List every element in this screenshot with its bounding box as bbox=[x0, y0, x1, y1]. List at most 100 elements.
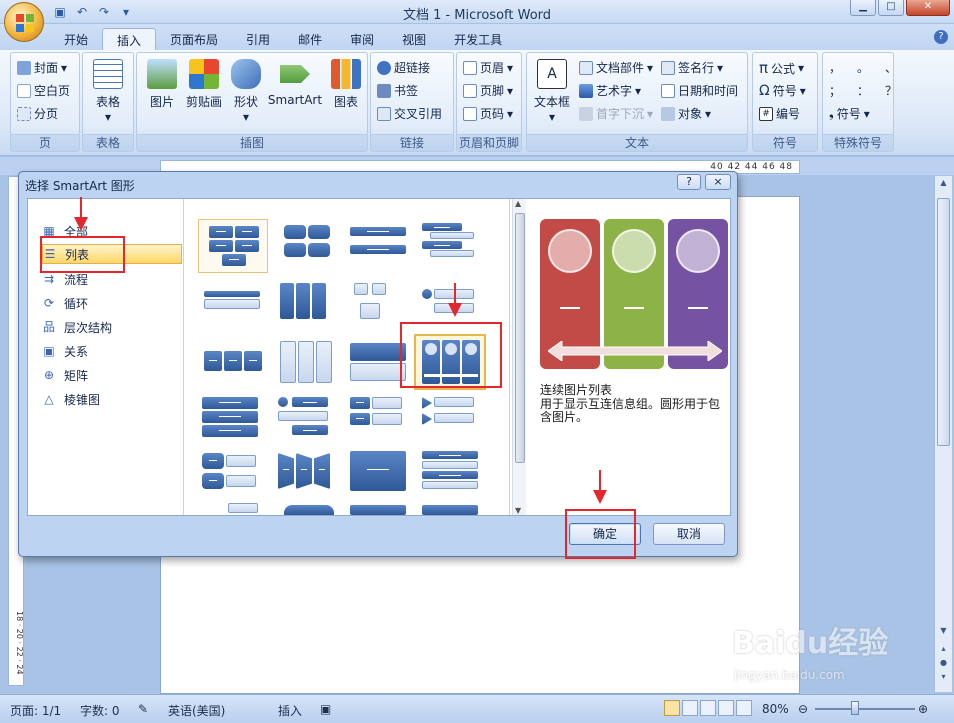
layout-thumbnail[interactable] bbox=[274, 395, 344, 449]
date-time-button[interactable]: 日期和时间 bbox=[661, 82, 738, 99]
layout-thumbnail[interactable] bbox=[198, 503, 268, 515]
title-bar: ▣ ↶ ↷ ▾ 文档 1 - Microsoft Word ▁ □ ✕ bbox=[0, 0, 954, 24]
gallery-scrollbar-thumb[interactable] bbox=[515, 213, 525, 463]
shapes-button[interactable]: 形状 ▾ bbox=[223, 59, 269, 124]
layout-thumbnail[interactable] bbox=[346, 449, 416, 503]
glyph-colon[interactable]: ： bbox=[857, 82, 869, 99]
object-button[interactable]: 对象 ▾ bbox=[661, 105, 711, 122]
zoom-slider[interactable] bbox=[815, 708, 915, 710]
clipart-button[interactable]: 剪贴画 bbox=[181, 59, 227, 110]
glyph-period[interactable]: 。 bbox=[857, 59, 869, 76]
smartart-button[interactable]: SmartArt bbox=[267, 59, 323, 107]
layout-thumbnail[interactable] bbox=[346, 503, 416, 515]
special-symbol-button[interactable]: ❟ 符号 ▾ bbox=[829, 105, 870, 122]
office-button[interactable] bbox=[4, 2, 44, 42]
next-page-icon[interactable]: ▾ bbox=[937, 672, 950, 686]
language-indicator[interactable]: 英语(美国) bbox=[168, 702, 225, 719]
office-logo-icon bbox=[16, 14, 34, 32]
symbol-button[interactable]: Ω 符号 ▾ bbox=[759, 82, 806, 99]
chart-button[interactable]: 图表 bbox=[323, 59, 369, 110]
glyph-enum-comma[interactable]: 、 bbox=[885, 59, 897, 76]
layout-thumbnail[interactable] bbox=[274, 279, 344, 333]
signature-line-button[interactable]: 签名行 ▾ bbox=[661, 59, 723, 76]
dialog-help-button[interactable]: ? bbox=[677, 174, 701, 190]
equation-button[interactable]: π 公式 ▾ bbox=[759, 59, 804, 77]
glyph-comma[interactable]: ， bbox=[829, 59, 841, 76]
table-button[interactable]: 表格 ▾ bbox=[85, 59, 131, 124]
draft-view-icon[interactable] bbox=[736, 700, 752, 716]
layout-thumbnail[interactable] bbox=[198, 219, 268, 273]
category-process-icon: ⇉ bbox=[43, 272, 55, 286]
hyperlink-button[interactable]: 超链接 bbox=[377, 59, 430, 76]
minimize-button[interactable]: ▁ bbox=[850, 0, 876, 16]
bookmark-button[interactable]: 书签 bbox=[377, 82, 418, 99]
layout-thumbnail[interactable] bbox=[418, 395, 488, 449]
group-label-symbols: 符号 bbox=[753, 134, 817, 151]
layout-thumbnail[interactable] bbox=[418, 449, 488, 503]
prev-page-icon[interactable]: ▴ bbox=[937, 644, 950, 658]
category-relationship[interactable]: ▣ 关系 bbox=[42, 341, 182, 361]
layout-thumbnail[interactable] bbox=[346, 219, 416, 273]
page-number-button[interactable]: 页码 ▾ bbox=[463, 105, 513, 122]
outline-view-icon[interactable] bbox=[718, 700, 734, 716]
cancel-button[interactable]: 取消 bbox=[653, 523, 725, 545]
gallery-scroll-down-icon[interactable]: ▼ bbox=[515, 506, 521, 515]
close-button[interactable]: ✕ bbox=[906, 0, 950, 16]
insert-mode-indicator[interactable]: 插入 bbox=[278, 702, 302, 719]
browse-object-icon[interactable]: ● bbox=[937, 658, 950, 672]
web-layout-view-icon[interactable] bbox=[700, 700, 716, 716]
gallery-scrollbar[interactable]: ▲ ▼ bbox=[512, 199, 526, 515]
annotation-box-ok bbox=[565, 509, 636, 559]
category-cycle[interactable]: ⟳ 循环 bbox=[42, 293, 182, 313]
gallery-scroll-up-icon[interactable]: ▲ bbox=[515, 199, 521, 208]
zoom-out-icon[interactable]: ⊖ bbox=[798, 702, 808, 716]
layout-thumbnail[interactable] bbox=[346, 395, 416, 449]
category-hierarchy[interactable]: 品层次结构 bbox=[42, 317, 182, 337]
layout-thumbnail[interactable] bbox=[274, 503, 344, 515]
layout-thumbnail[interactable] bbox=[418, 219, 488, 273]
layout-thumbnail[interactable] bbox=[198, 339, 268, 393]
zoom-slider-thumb[interactable] bbox=[851, 701, 859, 715]
page-break-button[interactable]: 分页 bbox=[17, 105, 58, 122]
proofing-icon[interactable]: ✎ bbox=[138, 702, 148, 716]
glyph-semicolon[interactable]: ； bbox=[829, 82, 841, 99]
blank-page-button[interactable]: 空白页 bbox=[17, 82, 70, 99]
header-button[interactable]: 页眉 ▾ bbox=[463, 59, 513, 76]
footer-button[interactable]: 页脚 ▾ bbox=[463, 82, 513, 99]
category-pyramid[interactable]: △ 棱锥图 bbox=[42, 389, 182, 409]
zoom-level[interactable]: 80% bbox=[762, 702, 789, 716]
zoom-in-icon[interactable]: ⊕ bbox=[918, 702, 928, 716]
help-icon[interactable]: ? bbox=[934, 30, 948, 44]
layout-thumbnail[interactable] bbox=[198, 449, 268, 503]
vertical-scrollbar[interactable]: ▲ ▼ ▴ ● ▾ bbox=[934, 176, 952, 692]
maximize-button[interactable]: □ bbox=[878, 0, 904, 16]
annotation-arrow-category bbox=[80, 197, 82, 219]
picture-button[interactable]: 图片 bbox=[139, 59, 185, 110]
watermark-text: Baidu经验 bbox=[732, 626, 889, 661]
word-count[interactable]: 字数: 0 bbox=[80, 702, 120, 719]
cover-page-button[interactable]: 封面 ▾ bbox=[17, 59, 67, 76]
quick-parts-button[interactable]: 文档部件 ▾ bbox=[579, 59, 653, 76]
page-count[interactable]: 页面: 1/1 bbox=[10, 702, 61, 719]
layout-thumbnail[interactable] bbox=[198, 395, 268, 449]
print-layout-view-icon[interactable] bbox=[664, 700, 680, 716]
macro-record-icon[interactable]: ▣ bbox=[320, 702, 331, 716]
layout-thumbnail[interactable] bbox=[418, 503, 488, 515]
layout-thumbnail[interactable] bbox=[274, 219, 344, 273]
full-screen-view-icon[interactable] bbox=[682, 700, 698, 716]
numbering-button[interactable]: # 编号 bbox=[759, 105, 800, 122]
dialog-close-button[interactable]: × bbox=[705, 174, 731, 190]
layout-thumbnail[interactable] bbox=[274, 449, 344, 503]
scrollbar-thumb[interactable] bbox=[937, 198, 950, 446]
glyph-question[interactable]: ？ bbox=[885, 82, 897, 99]
drop-cap-button[interactable]: 首字下沉 ▾ bbox=[579, 105, 653, 122]
category-matrix[interactable]: ⊕ 矩阵 bbox=[42, 365, 182, 385]
scroll-up-icon[interactable]: ▲ bbox=[937, 178, 950, 192]
textbox-button[interactable]: A 文本框 ▾ bbox=[529, 59, 575, 124]
scroll-down-icon[interactable]: ▼ bbox=[937, 626, 950, 640]
wordart-button[interactable]: 艺术字 ▾ bbox=[579, 82, 641, 99]
layout-thumbnail[interactable] bbox=[274, 339, 344, 393]
cross-reference-button[interactable]: 交叉引用 bbox=[377, 105, 442, 122]
layout-thumbnail[interactable] bbox=[198, 279, 268, 333]
cross-reference-icon bbox=[377, 106, 391, 121]
